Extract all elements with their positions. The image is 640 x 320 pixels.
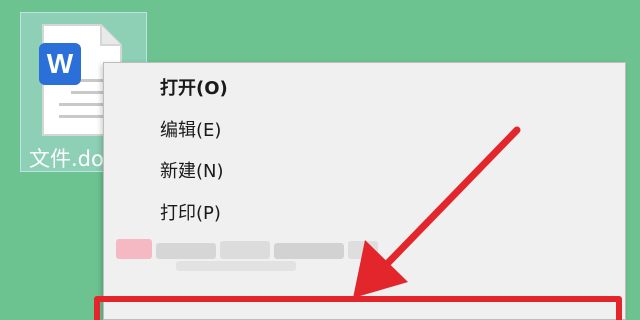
context-menu: 打开(O) 编辑(E) 新建(N) 打印(P) bbox=[103, 62, 626, 320]
word-app-badge: W bbox=[47, 48, 74, 79]
menu-item-edit[interactable]: 编辑(E) bbox=[160, 119, 221, 143]
blurred-menu-item[interactable] bbox=[116, 235, 386, 275]
menu-item-open[interactable]: 打开(O) bbox=[160, 77, 228, 101]
highlight-box bbox=[94, 296, 622, 320]
menu-item-new[interactable]: 新建(N) bbox=[160, 160, 224, 184]
menu-item-print[interactable]: 打印(P) bbox=[160, 202, 221, 226]
